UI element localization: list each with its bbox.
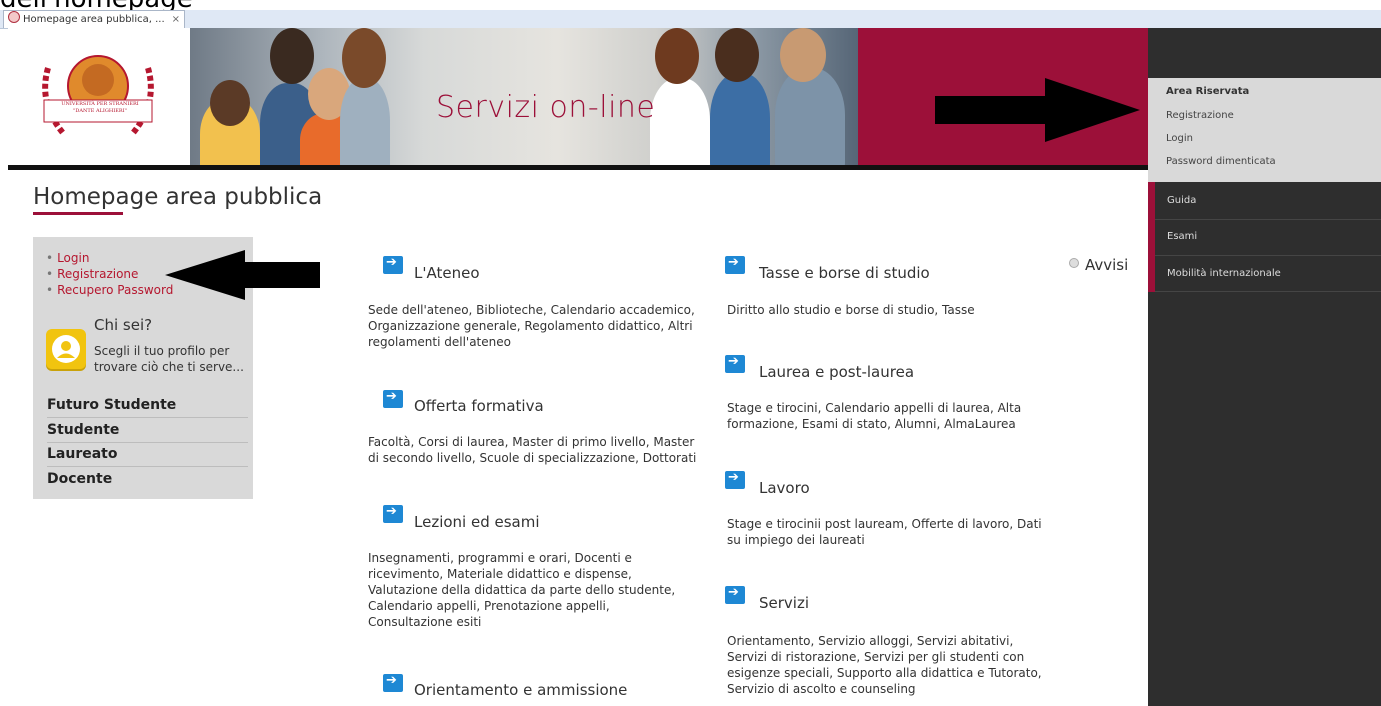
bullet-icon <box>1069 258 1079 268</box>
menu-international-mobility-item[interactable]: Mobilità internazionale <box>1167 268 1281 279</box>
logo-caption-line-1: UNIVERSITÀ PER STRANIERI <box>61 101 139 107</box>
section-lavoro-title[interactable]: Lavoro <box>759 479 810 497</box>
section-arrow-icon <box>383 673 403 692</box>
person-figure <box>650 78 710 165</box>
section-offerta-title[interactable]: Offerta formativa <box>414 397 544 415</box>
section-lezioni-desc: Insegnamenti, programmi e orari, Docenti… <box>368 551 676 629</box>
menu-forgot-password-link[interactable]: Password dimenticata <box>1166 156 1276 167</box>
logo-caption: UNIVERSITÀ PER STRANIERI "DANTE ALIGHIER… <box>46 101 154 115</box>
profile-future-student[interactable]: Futuro Studente <box>47 393 248 418</box>
registration-link-label: Registrazione <box>57 267 139 281</box>
avvisi-label: Avvisi <box>1085 256 1129 274</box>
person-head <box>210 80 250 126</box>
login-link-label: Login <box>57 251 90 265</box>
title-underline <box>33 212 123 215</box>
menu-guide-item[interactable]: Guida <box>1167 195 1196 206</box>
person-figure <box>340 78 390 165</box>
menu-separator <box>1155 219 1381 220</box>
section-arrow-icon <box>383 504 403 523</box>
password-recovery-link[interactable]: • Recupero Password <box>46 283 173 297</box>
section-servizi-desc: Orientamento, Servizio alloggi, Servizi … <box>727 634 1042 696</box>
section-ateneo-title[interactable]: L'Ateneo <box>414 264 480 282</box>
menu-separator <box>1155 291 1381 292</box>
menu-separator <box>1155 255 1381 256</box>
section-lezioni-title[interactable]: Lezioni ed esami <box>414 513 540 531</box>
section-tasse-title[interactable]: Tasse e borse di studio <box>759 264 930 282</box>
section-ateneo-desc: Sede dell'ateneo, Biblioteche, Calendari… <box>368 303 695 349</box>
section-servizi-title[interactable]: Servizi <box>759 594 809 612</box>
login-link[interactable]: • Login <box>46 251 89 265</box>
profile-student[interactable]: Studente <box>47 418 248 443</box>
person-head <box>780 28 826 82</box>
profile-graduate[interactable]: Laureato <box>47 442 248 467</box>
section-arrow-icon <box>725 354 745 373</box>
university-logo[interactable] <box>8 28 190 165</box>
section-arrow-icon <box>725 470 745 489</box>
section-laurea-desc: Stage e tirocini, Calendario appelli di … <box>727 401 1022 431</box>
right-arrow-annotation-icon <box>935 78 1140 142</box>
section-orientamento-title[interactable]: Orientamento e ammissione <box>414 681 627 699</box>
person-head <box>270 28 314 84</box>
person-head <box>342 28 386 88</box>
section-arrow-icon <box>383 389 403 408</box>
browser-tab-strip <box>0 10 1381 29</box>
logo-caption-line-2: "DANTE ALIGHIERI" <box>73 108 127 114</box>
person-head <box>655 28 699 84</box>
chisei-text: Scegli il tuo profilo per trovare ciò ch… <box>94 344 244 374</box>
laurel-seal-icon <box>42 55 154 135</box>
left-arrow-annotation-icon <box>165 250 320 300</box>
person-figure <box>710 73 770 165</box>
section-offerta-desc: Facoltà, Corsi di laurea, Master di prim… <box>368 435 697 465</box>
section-arrow-icon <box>725 585 745 604</box>
section-arrow-icon <box>383 255 403 274</box>
person-head <box>715 28 759 82</box>
password-recovery-link-label: Recupero Password <box>57 283 174 297</box>
menu-active-strip <box>1148 182 1155 292</box>
registration-link[interactable]: • Registrazione <box>46 267 138 281</box>
browser-tab[interactable]: Homepage area pubblica, ... × <box>3 10 185 28</box>
section-lavoro-desc: Stage e tirocinii post lauream, Offerte … <box>727 517 1042 547</box>
section-arrow-icon <box>725 255 745 274</box>
section-laurea-title[interactable]: Laurea e post-laurea <box>759 363 914 381</box>
profile-teacher[interactable]: Docente <box>47 467 248 491</box>
section-tasse-desc: Diritto allo studio e borse di studio, T… <box>727 303 975 317</box>
page-title: Homepage area pubblica <box>33 184 323 210</box>
close-tab-icon[interactable]: × <box>172 11 180 28</box>
menu-login-link[interactable]: Login <box>1166 133 1193 144</box>
person-figure <box>775 68 845 165</box>
header-divider <box>8 165 1148 170</box>
reserved-area-heading: Area Riservata <box>1166 86 1250 97</box>
menu-registration-link[interactable]: Registrazione <box>1166 110 1234 121</box>
chisei-title: Chi sei? <box>94 316 153 334</box>
site-favicon-icon <box>8 11 20 23</box>
menu-exams-item[interactable]: Esami <box>1167 231 1197 242</box>
banner-title: Servizi on-line <box>436 90 656 125</box>
avvisi-link[interactable]: Avvisi <box>1069 256 1128 274</box>
browser-tab-title: Homepage area pubblica, ... <box>23 14 165 25</box>
profile-user-icon <box>46 329 86 369</box>
